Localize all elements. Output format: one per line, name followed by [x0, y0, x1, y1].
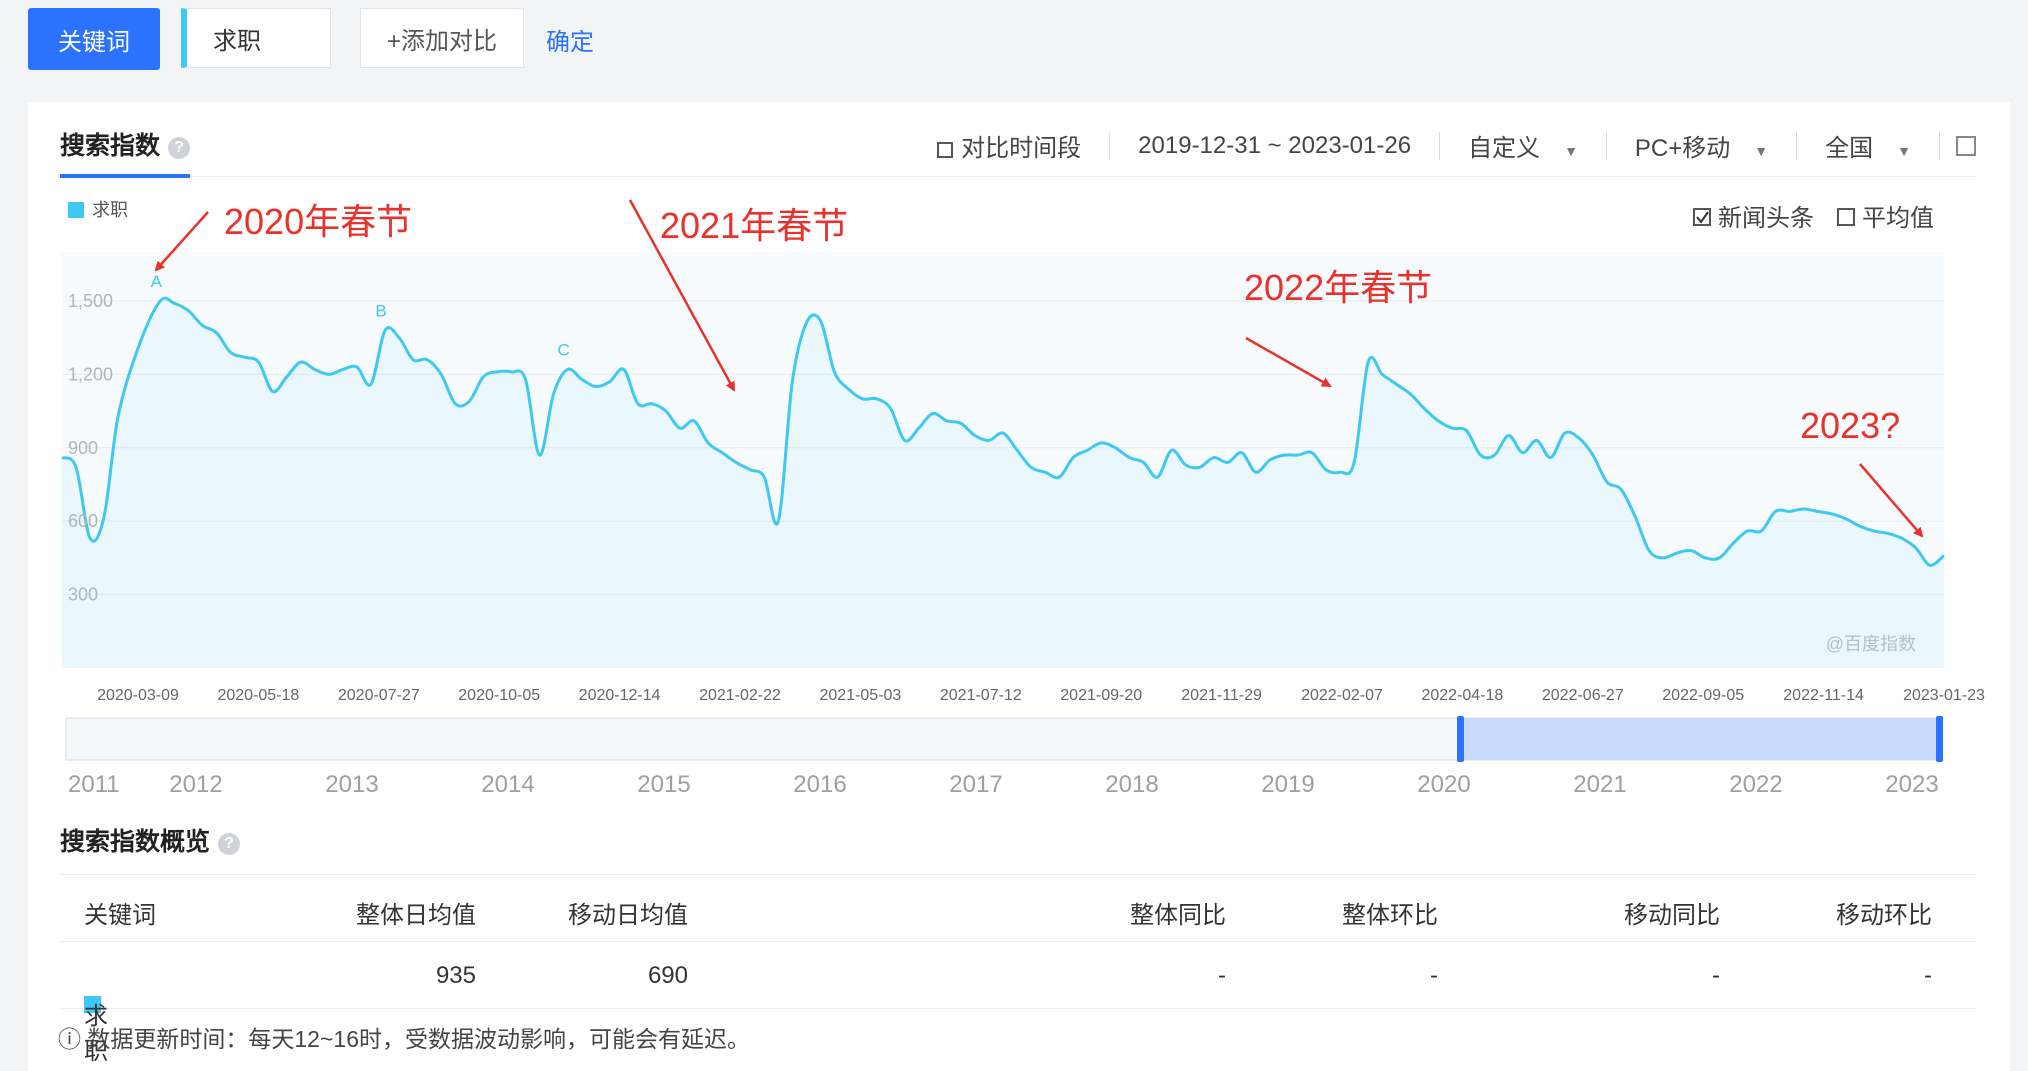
- navigator-year-label: 2021: [1573, 771, 1626, 798]
- navigator-year-label: 2023: [1885, 771, 1938, 798]
- x-tick-label: 2022-06-27: [1542, 687, 1624, 704]
- col-overall-avg: 整体日均值: [356, 902, 476, 929]
- overview-title-text: 搜索指数概览: [60, 828, 211, 856]
- y-tick-label: 300: [68, 585, 98, 605]
- y-tick-label: 1,200: [68, 364, 113, 384]
- navigator-year-label: 2020: [1417, 771, 1470, 798]
- col-mobile-mom: 移动环比: [1836, 902, 1932, 929]
- x-tick-label: 2021-07-12: [940, 687, 1022, 704]
- navigator-year-label: 2012: [169, 771, 222, 798]
- col-keyword: 关键词: [84, 902, 156, 929]
- navigator-year-label: 2016: [793, 771, 846, 798]
- y-tick-label: 600: [68, 511, 98, 531]
- info-icon: ⓘ: [58, 1026, 88, 1052]
- annotation-label: 2021年春节: [660, 205, 848, 246]
- navigator-year-label: 2015: [637, 771, 690, 798]
- update-note-text: 数据更新时间：每天12~16时，受数据波动影响，可能会有延迟。: [87, 1026, 750, 1052]
- row-overall-avg: 935: [435, 962, 476, 989]
- news-option-label[interactable]: 新闻头条: [1718, 205, 1814, 232]
- navigator-year-label: 2022: [1729, 771, 1782, 798]
- overview-title: 搜索指数概览?: [60, 822, 241, 858]
- help-icon[interactable]: ?: [218, 833, 241, 855]
- overview-table: 关键词 整体日均值 移动日均值 整体同比 整体环比 移动同比 移动环比 求职 9…: [60, 874, 1976, 1065]
- navigator-handle-left[interactable]: [1457, 716, 1464, 762]
- x-tick-label: 2022-11-14: [1783, 687, 1864, 704]
- legend-swatch: [68, 202, 84, 218]
- row-overall-yoy: -: [1218, 962, 1226, 989]
- annotation-label: 2022年春节: [1244, 267, 1432, 308]
- search-index-chart: 1,500 1,200 900 600 300 2020-03-09 2020-05-18…: [61, 199, 1985, 798]
- col-overall-yoy: 整体同比: [1130, 902, 1226, 929]
- x-tick-label: 2022-09-05: [1662, 687, 1744, 704]
- col-mobile-avg: 移动日均值: [568, 902, 688, 929]
- keyword-toolbar: 关键词 求职 +添加对比 确定: [28, 8, 2008, 72]
- x-tick-label: 2020-03-09: [97, 687, 179, 704]
- row-mobile-mom: -: [1924, 962, 1932, 989]
- row-overall-mom: -: [1430, 962, 1438, 989]
- watermark: @百度指数: [1826, 634, 1916, 654]
- x-tick-label: 2021-11-29: [1181, 687, 1262, 704]
- table-header-row: 关键词 整体日均值 移动日均值 整体同比 整体环比 移动同比 移动环比: [60, 874, 1976, 942]
- average-option-label[interactable]: 平均值: [1862, 205, 1934, 232]
- annotation-label: 2023?: [1800, 405, 1900, 446]
- x-tick-label: 2021-09-20: [1060, 687, 1142, 704]
- navigator-year-label: 2017: [949, 771, 1002, 798]
- news-checkbox[interactable]: [1693, 208, 1711, 226]
- x-tick-label: 2022-02-07: [1301, 687, 1383, 704]
- navigator-year-label: 2018: [1105, 771, 1158, 798]
- keyword-tag[interactable]: 求职: [181, 8, 331, 68]
- navigator-handle-right[interactable]: [1936, 716, 1943, 762]
- y-tick-label: 1,500: [68, 291, 113, 311]
- time-navigator[interactable]: 2011 2012 2013 2014 2015 2016 2017 2018 2019 2020…: [65, 716, 1943, 798]
- x-tick-label: 2021-02-22: [699, 687, 781, 704]
- col-mobile-yoy: 移动同比: [1624, 902, 1720, 929]
- search-index-card: 搜索指数? 对比时间段 2019-12-31 ~ 2023-01-26 自定义 ▼…: [28, 102, 2010, 1071]
- y-tick-label: 900: [68, 438, 98, 458]
- peak-mark: B: [375, 301, 386, 320]
- col-overall-mom: 整体环比: [1342, 902, 1438, 929]
- x-tick-label: 2022-04-18: [1421, 687, 1503, 704]
- annotation-label: 2020年春节: [224, 201, 412, 242]
- x-tick-label: 2020-05-18: [217, 687, 299, 704]
- row-mobile-avg: 690: [647, 962, 688, 989]
- navigator-year-label: 2011: [68, 771, 120, 798]
- x-tick-label: 2020-07-27: [338, 687, 420, 704]
- table-row: 求职 935 690 - - - -: [60, 942, 1976, 1065]
- add-compare-button[interactable]: +添加对比: [360, 8, 524, 68]
- navigator-year-label: 2014: [481, 771, 534, 798]
- navigator-selection: [1460, 718, 1940, 760]
- confirm-link[interactable]: 确定: [546, 22, 594, 57]
- x-tick-label: 2023-01-23: [1903, 687, 1985, 704]
- row-mobile-yoy: -: [1712, 962, 1720, 989]
- x-tick-label: 2021-05-03: [819, 687, 901, 704]
- average-checkbox[interactable]: [1837, 208, 1855, 226]
- update-note: ⓘ 数据更新时间：每天12~16时，受数据波动影响，可能会有延迟。: [58, 1020, 750, 1054]
- peak-mark: A: [151, 272, 163, 291]
- navigator-year-label: 2013: [325, 771, 378, 798]
- x-tick-label: 2020-12-14: [579, 687, 661, 704]
- peak-mark: C: [557, 340, 569, 359]
- keyword-button[interactable]: 关键词: [28, 8, 160, 70]
- navigator-year-label: 2019: [1261, 771, 1314, 798]
- x-tick-label: 2020-10-05: [458, 687, 540, 704]
- legend-label: 求职: [92, 200, 128, 220]
- check-icon: [1696, 211, 1709, 224]
